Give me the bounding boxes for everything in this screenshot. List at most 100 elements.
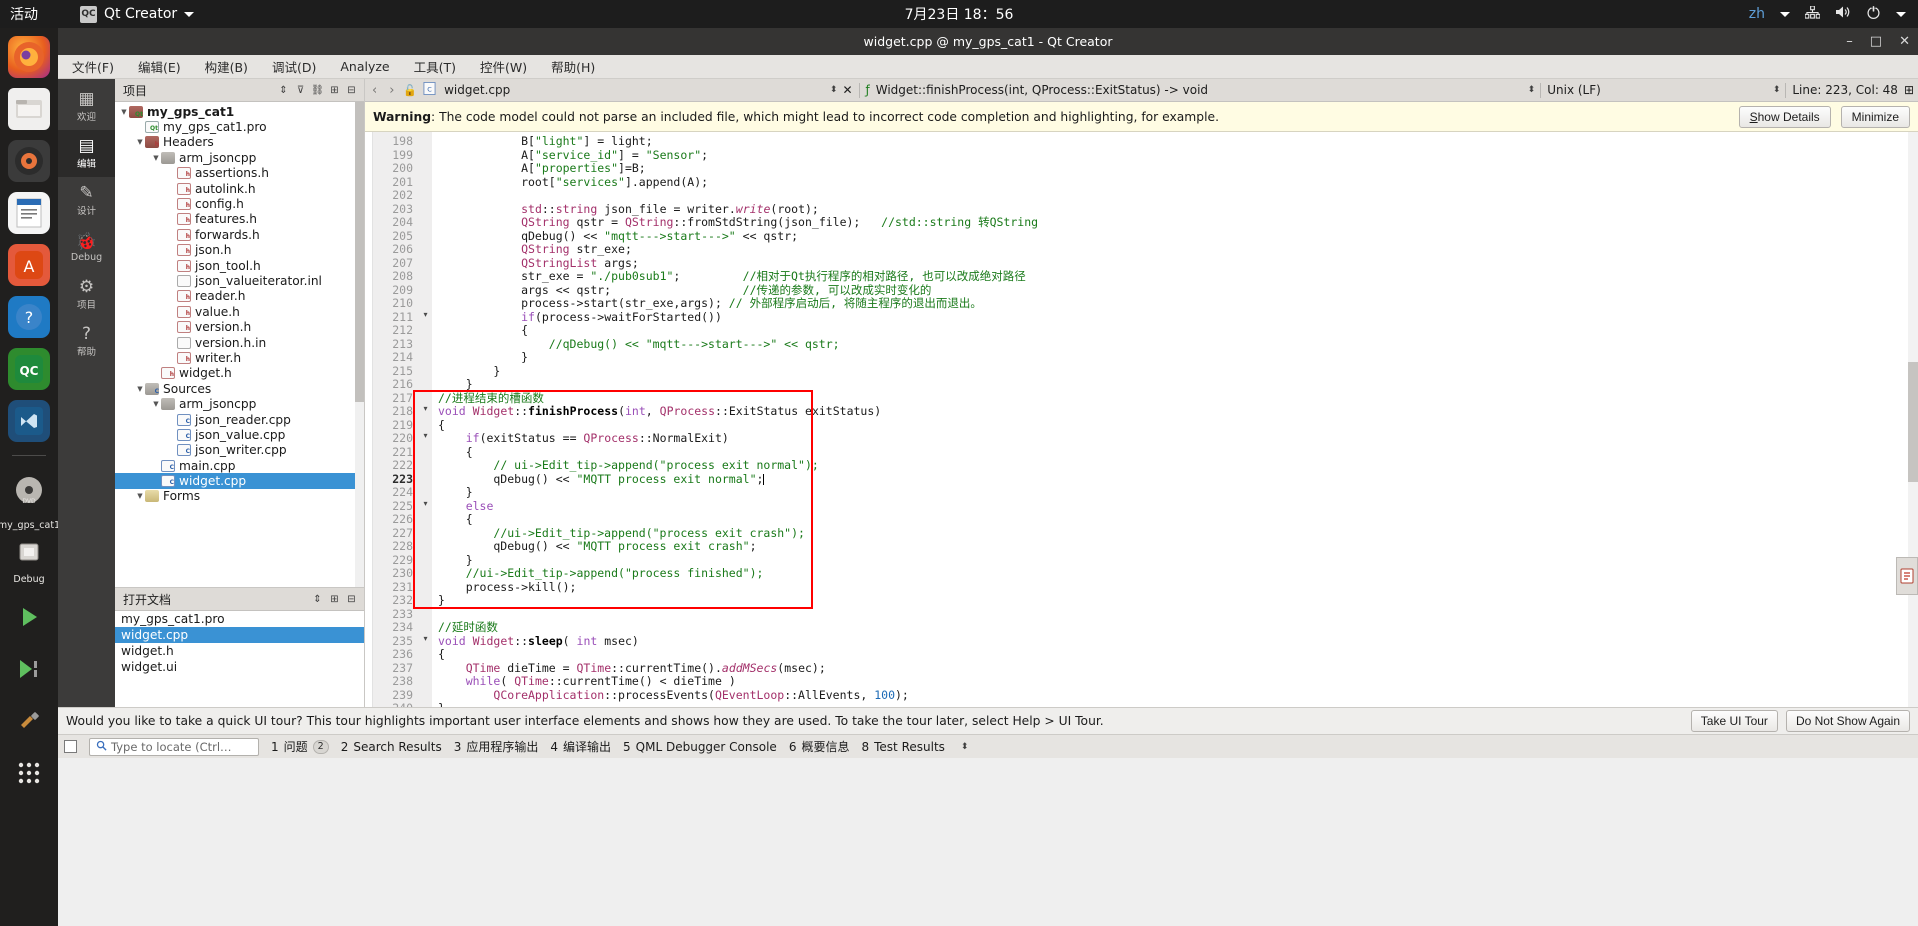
- code-line[interactable]: QString qstr = QString::fromStdString(js…: [438, 215, 1918, 230]
- code-line[interactable]: QString str_exe;: [438, 242, 1918, 257]
- output-pane-test-results[interactable]: 8 Test Results: [861, 740, 944, 754]
- tree-item[interactable]: · h value.h: [115, 304, 364, 319]
- open-documents-list[interactable]: my_gps_cat1.pro widget.cpp widget.h widget.…: [115, 611, 364, 707]
- network-icon[interactable]: [1804, 4, 1821, 23]
- split-editor-icon[interactable]: ⊞: [1904, 83, 1914, 97]
- split-icon[interactable]: ⊞: [326, 82, 343, 99]
- close-icon[interactable]: ⊟: [343, 82, 360, 99]
- docs-sort-icon[interactable]: ⇕: [309, 591, 326, 608]
- code-line[interactable]: args << qstr; //传递的参数, 可以改成实时变化的: [438, 283, 1918, 298]
- code-line[interactable]: while( QTime::currentTime() < dieTime ): [438, 674, 1918, 689]
- code-line[interactable]: if(exitStatus == QProcess::NormalExit): [438, 431, 1918, 446]
- dock-item-dvd-drive[interactable]: DVD: [8, 469, 50, 511]
- fold-toggle-icon[interactable]: ▾: [419, 497, 432, 511]
- open-document-item[interactable]: my_gps_cat1.pro: [115, 611, 364, 627]
- tree-item[interactable]: · h json_tool.h: [115, 258, 364, 273]
- code-line[interactable]: }: [438, 377, 1918, 392]
- menu-item-tools[interactable]: 工具(T): [412, 55, 458, 78]
- code-line[interactable]: }: [438, 485, 1918, 500]
- code-line[interactable]: qDebug() << "MQTT process exit crash";: [438, 539, 1918, 554]
- system-menu-chevron-down-icon[interactable]: [1896, 11, 1906, 17]
- dock-item-help[interactable]: ?: [8, 296, 50, 338]
- file-dropdown-icon[interactable]: ⬍: [830, 85, 837, 95]
- docs-close-icon[interactable]: ⊟: [343, 591, 360, 608]
- link-icon[interactable]: ⛓: [309, 82, 326, 99]
- tree-item[interactable]: ▼ C Sources: [115, 381, 364, 396]
- docs-split-icon[interactable]: ⊞: [326, 591, 343, 608]
- editor-scrollbar[interactable]: [1908, 132, 1918, 707]
- line-ending-dropdown-icon[interactable]: ⬍: [1773, 85, 1780, 95]
- code-line[interactable]: {: [438, 418, 1918, 433]
- mode-debug[interactable]: 🐞 Debug: [58, 224, 115, 271]
- code-line[interactable]: }: [438, 593, 1918, 608]
- project-tree-scrollbar[interactable]: [355, 102, 364, 587]
- dock-item-files[interactable]: [8, 88, 50, 130]
- tree-item[interactable]: ▼ h Headers: [115, 135, 364, 150]
- chevron-down-icon[interactable]: ▼: [135, 138, 145, 146]
- do-not-show-again-button[interactable]: Do Not Show Again: [1785, 710, 1910, 732]
- fold-gutter[interactable]: ▾ ▾ ▾ ▾ ▾: [419, 132, 432, 707]
- code-line[interactable]: [438, 189, 1918, 203]
- editor-scroll-thumb[interactable]: [1908, 362, 1918, 482]
- tree-item[interactable]: · h widget.h: [115, 366, 364, 381]
- output-pane-general-messages[interactable]: 6 概要信息: [789, 738, 850, 755]
- tree-item[interactable]: · h config.h: [115, 196, 364, 211]
- code-line[interactable]: }: [438, 701, 1918, 707]
- fold-toggle-icon[interactable]: ▾: [419, 429, 432, 443]
- tree-item[interactable]: · Cmain.cpp: [115, 458, 364, 473]
- project-tree-scroll-thumb[interactable]: [355, 102, 364, 402]
- mode-welcome[interactable]: ▦ 欢迎: [58, 83, 115, 130]
- code-line[interactable]: {: [438, 647, 1918, 662]
- fold-toggle-icon[interactable]: ▾: [419, 632, 432, 646]
- back-arrow-icon[interactable]: ‹: [369, 83, 380, 98]
- code-line[interactable]: QStringList args;: [438, 256, 1918, 271]
- menu-item-help[interactable]: 帮助(H): [549, 55, 597, 78]
- dock-item-firefox[interactable]: [8, 36, 50, 78]
- code-line[interactable]: // ui->Edit_tip->append("process exit no…: [438, 458, 1918, 473]
- locator-input[interactable]: Type to locate (Ctrl…: [89, 737, 259, 756]
- chevron-down-icon[interactable]: ▼: [119, 108, 129, 116]
- forward-arrow-icon[interactable]: ›: [386, 83, 397, 98]
- project-tree[interactable]: ▼Qtmy_gps_cat1·Qtmy_gps_cat1.pro▼hHeader…: [115, 102, 364, 587]
- code-line[interactable]: QTime dieTime = QTime::currentTime().add…: [438, 661, 1918, 676]
- tree-item[interactable]: · h features.h: [115, 212, 364, 227]
- tree-item[interactable]: · h reader.h: [115, 289, 364, 304]
- chevron-down-icon[interactable]: ▼: [135, 385, 145, 393]
- code-line[interactable]: root["services"].append(A);: [438, 175, 1918, 190]
- chevron-down-icon[interactable]: ▼: [151, 400, 161, 408]
- tree-item[interactable]: · h assertions.h: [115, 166, 364, 181]
- output-pane-qml-debugger-console[interactable]: 5 QML Debugger Console: [623, 740, 777, 754]
- editor-close-icon[interactable]: ✕: [842, 83, 852, 97]
- dock-run-button[interactable]: [8, 596, 50, 638]
- code-line[interactable]: [438, 608, 1918, 622]
- tree-item[interactable]: · Cjson_value.cpp: [115, 427, 364, 442]
- toggle-sidebar-icon[interactable]: [64, 740, 77, 753]
- tree-item[interactable]: · Cjson_writer.cpp: [115, 443, 364, 458]
- dock-build-button[interactable]: [8, 700, 50, 742]
- code-line[interactable]: //ui->Edit_tip->append("process exit cra…: [438, 526, 1918, 541]
- tree-item[interactable]: · h writer.h: [115, 350, 364, 365]
- language-chevron-down-icon[interactable]: [1780, 11, 1790, 17]
- tree-item[interactable]: ▼ arm_jsoncpp: [115, 150, 364, 165]
- updown-chevron-icon[interactable]: ⬍: [961, 742, 968, 752]
- code-line[interactable]: qDebug() << "MQTT process exit normal";: [438, 472, 1918, 487]
- mode-edit[interactable]: ▤ 编辑: [58, 130, 115, 177]
- language-indicator[interactable]: zh: [1749, 6, 1765, 22]
- symbol-dropdown-icon[interactable]: ⬍: [1528, 85, 1535, 95]
- code-line[interactable]: process->start(str_exe,args); // 外部程序启动后…: [438, 296, 1918, 311]
- chevron-down-icon[interactable]: ▼: [151, 154, 161, 162]
- code-line[interactable]: void Widget::finishProcess(int, QProcess…: [438, 404, 1918, 419]
- tree-item[interactable]: ▼ Forms: [115, 489, 364, 504]
- open-document-item[interactable]: widget.h: [115, 643, 364, 659]
- tree-item[interactable]: · version.h.in: [115, 335, 364, 350]
- line-ending-label[interactable]: Unix (LF): [1547, 83, 1601, 97]
- code-line[interactable]: }: [438, 350, 1918, 365]
- open-document-item[interactable]: widget.ui: [115, 659, 364, 675]
- tree-item[interactable]: · json_valueiterator.inl: [115, 273, 364, 288]
- code-line[interactable]: void Widget::sleep( int msec): [438, 634, 1918, 649]
- fold-toggle-icon[interactable]: ▾: [419, 308, 432, 322]
- editor-right-gadget[interactable]: [1896, 557, 1918, 595]
- code-line[interactable]: qDebug() << "mqtt--->start--->" << qstr;: [438, 229, 1918, 244]
- code-line[interactable]: A["service_id"] = "Sensor";: [438, 148, 1918, 163]
- output-pane-compile-output[interactable]: 4 编译输出: [550, 738, 611, 755]
